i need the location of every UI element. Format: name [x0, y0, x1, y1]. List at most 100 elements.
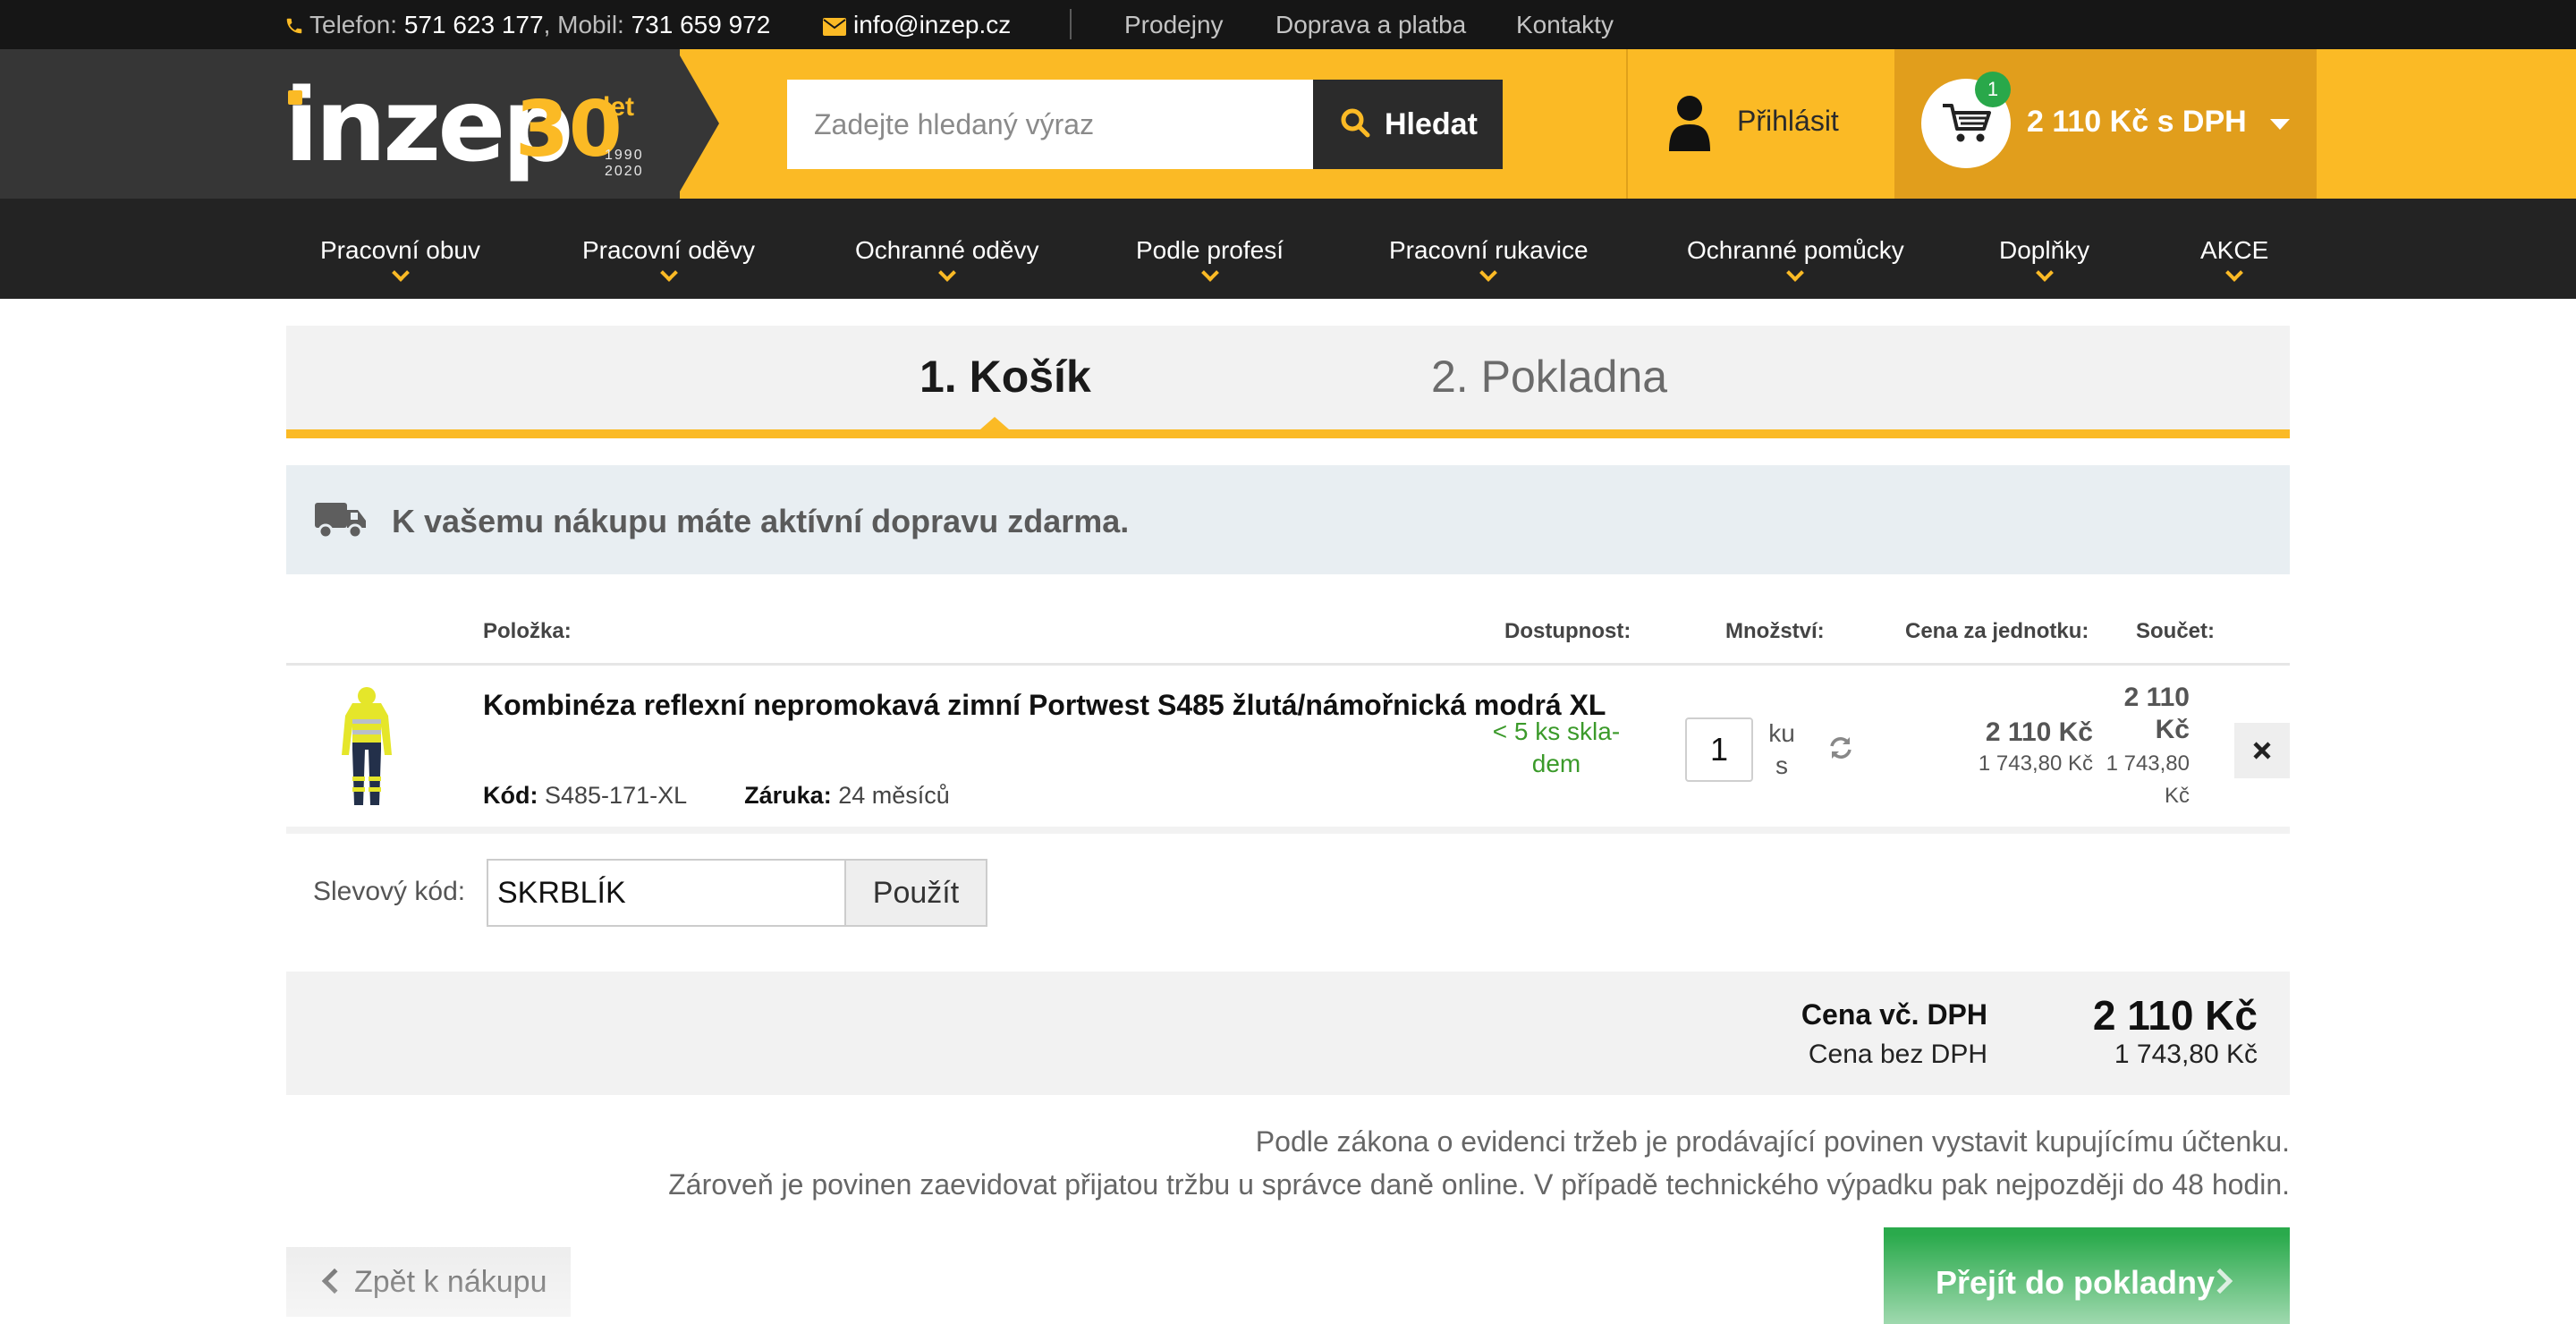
search-button-label: Hledat: [1385, 107, 1478, 141]
proceed-to-checkout-label: Přejít do pokladny: [1936, 1264, 2216, 1301]
login-label: Přihlásit: [1737, 105, 1839, 137]
checkout-steps: 1. Košík 2. Pokladna: [286, 326, 2290, 438]
truck-icon: [315, 503, 366, 539]
logo-years: 1990 2020: [605, 148, 644, 180]
cart-button[interactable]: 1 2 110 Kč s DPH: [1894, 49, 2317, 199]
availability-status: < 5 ks skla-dem: [1492, 717, 1621, 777]
row-sum-without-vat: 1 743,80 Kč: [2106, 751, 2190, 808]
nav-item-doplnky[interactable]: Doplňky: [1999, 199, 2089, 299]
nav-item-label: Pracovní oděvy: [582, 236, 755, 264]
chevron-down-icon: [391, 264, 410, 282]
legal-notice: Podle zákona o evidenci tržeb je prodáva…: [286, 1120, 2290, 1206]
quantity-input[interactable]: 1: [1685, 717, 1753, 782]
back-to-shopping-button[interactable]: Zpět k nákupu: [286, 1247, 571, 1317]
nav-item-ochranne-pomucky[interactable]: Ochranné pomůcky: [1687, 199, 1904, 299]
refresh-icon[interactable]: [1828, 735, 1853, 760]
voucher-label: Slevový kód:: [313, 877, 466, 906]
total-with-vat: 2 110 Kč: [2092, 992, 2258, 1039]
back-to-shopping-label: Zpět k nákupu: [354, 1265, 547, 1299]
row-sum: 2 110 Kč 1 743,80 Kč: [2100, 682, 2190, 812]
main-nav: Pracovní obuv Pracovní oděvy Ochranné od…: [0, 199, 2576, 299]
topbar-divider: [1070, 9, 1072, 39]
search-input[interactable]: [787, 80, 1313, 169]
unit-price: 2 110 Kč 1 743,80 Kč: [1968, 717, 2093, 777]
nav-item-label: Podle profesí: [1136, 236, 1284, 264]
product-code-label: Kód:: [483, 782, 538, 809]
chevron-down-icon: [1786, 264, 1805, 282]
nav-item-pracovni-obuv[interactable]: Pracovní obuv: [320, 199, 480, 299]
column-item: Položka:: [483, 619, 572, 643]
email-link[interactable]: info@inzep.cz: [853, 11, 1011, 38]
chevron-down-icon: [1479, 264, 1498, 282]
phone-number[interactable]: 571 623 177: [404, 11, 544, 38]
step-cart: 1. Košík: [919, 352, 1091, 402]
column-unit-price: Cena za jednotku:: [1905, 619, 2089, 643]
chevron-down-icon: [2035, 264, 2054, 282]
login-button[interactable]: Přihlásit: [1626, 49, 1894, 199]
link-kontakty[interactable]: Kontakty: [1516, 0, 1614, 49]
apply-voucher-button[interactable]: Použít: [844, 859, 987, 927]
nav-item-akce[interactable]: AKCE: [2200, 199, 2268, 299]
logo-anniversary-suffix: let: [603, 92, 635, 122]
cart-icon: [1943, 104, 1991, 142]
column-quantity: Množství:: [1725, 619, 1825, 643]
remove-item-button[interactable]: [2234, 723, 2290, 778]
chevron-down-icon: [2225, 264, 2244, 282]
product-code: S485-171-XL: [545, 782, 687, 809]
nav-item-label: AKCE: [2200, 236, 2269, 264]
phone-icon: [286, 18, 302, 34]
nav-item-pracovni-rukavice[interactable]: Pracovní rukavice: [1389, 199, 1589, 299]
link-doprava-a-platba[interactable]: Doprava a platba: [1275, 0, 1466, 49]
header: inzep 30 let 1990 2020 Hledat Přihlásit …: [0, 49, 2576, 199]
product-image[interactable]: [313, 680, 420, 814]
cart-total: 2 110 Kč s DPH: [2027, 105, 2247, 139]
top-bar: Telefon: 571 623 177, Mobil: 731 659 972…: [0, 0, 2576, 49]
nav-item-label: Pracovní rukavice: [1389, 236, 1589, 264]
legal-notice-line2: Zároveň je povinen zaevidovat přijatou t…: [668, 1168, 2290, 1201]
contact-phones: Telefon: 571 623 177, Mobil: 731 659 972: [284, 0, 770, 49]
logo-i-dot: [288, 90, 302, 105]
proceed-to-checkout-button[interactable]: Přejít do pokladny: [1884, 1227, 2290, 1324]
active-step-pointer: [980, 417, 1009, 429]
nav-item-pracovni-odevy[interactable]: Pracovní oděvy: [582, 199, 755, 299]
nav-item-label: Ochranné pomůcky: [1687, 236, 1904, 264]
close-icon: [2253, 742, 2271, 760]
cart-table-header: Položka: Dostupnost: Množství: Cena za j…: [286, 605, 2290, 666]
nav-item-podle-profesi[interactable]: Podle profesí: [1136, 199, 1284, 299]
quantity-unit: ku s: [1768, 719, 1795, 779]
legal-notice-line1: Podle zákona o evidenci tržeb je prodáva…: [1255, 1125, 2290, 1158]
row-sum-with-vat: 2 110 Kč: [2123, 683, 2190, 744]
mail-icon: [823, 18, 846, 36]
total-with-vat-label: Cena vč. DPH: [1801, 998, 1987, 1031]
nav-item-label: Doplňky: [1999, 236, 2090, 264]
nav-item-ochranne-odevy[interactable]: Ochranné oděvy: [855, 199, 1038, 299]
user-icon: [1669, 96, 1710, 151]
mobile-label: , Mobil:: [543, 11, 624, 38]
free-shipping-text: K vašemu nákupu máte aktívní dopravu zda…: [392, 503, 1130, 539]
logo-wedge: [676, 49, 719, 198]
search-form: Hledat: [787, 80, 1503, 169]
link-prodejny[interactable]: Prodejny: [1124, 0, 1224, 49]
column-availability: Dostupnost:: [1504, 619, 1631, 643]
order-totals: Cena vč. DPH 2 110 Kč Cena bez DPH 1 743…: [286, 972, 2290, 1095]
cart-count-badge: 1: [1975, 72, 2011, 107]
steps-progress-bar: [286, 429, 2290, 438]
unit-price-without-vat: 1 743,80 Kč: [1978, 751, 2093, 776]
free-shipping-notice: K vašemu nákupu máte aktívní dopravu zda…: [286, 465, 2290, 574]
total-without-vat-label: Cena bez DPH: [1808, 1040, 1987, 1069]
mobile-number[interactable]: 731 659 972: [631, 11, 771, 38]
unit-price-with-vat: 2 110 Kč: [1985, 717, 2093, 747]
chevron-left-icon: [321, 1268, 348, 1294]
chevron-down-icon: [1200, 264, 1219, 282]
voucher-input[interactable]: [487, 859, 846, 927]
chevron-down-icon: [937, 264, 956, 282]
warranty-value: 24 měsíců: [838, 782, 950, 809]
logo-year-from: 1990: [605, 148, 644, 163]
column-sum: Součet:: [2136, 619, 2216, 643]
step-checkout[interactable]: 2. Pokladna: [1431, 351, 1667, 403]
contact-email[interactable]: info@inzep.cz: [823, 0, 1011, 49]
nav-item-label: Pracovní obuv: [320, 236, 480, 264]
product-meta: Kód: S485-171-XL Záruka: 24 měsíců: [483, 782, 950, 810]
search-button[interactable]: Hledat: [1313, 80, 1503, 169]
chevron-down-icon: [659, 264, 678, 282]
